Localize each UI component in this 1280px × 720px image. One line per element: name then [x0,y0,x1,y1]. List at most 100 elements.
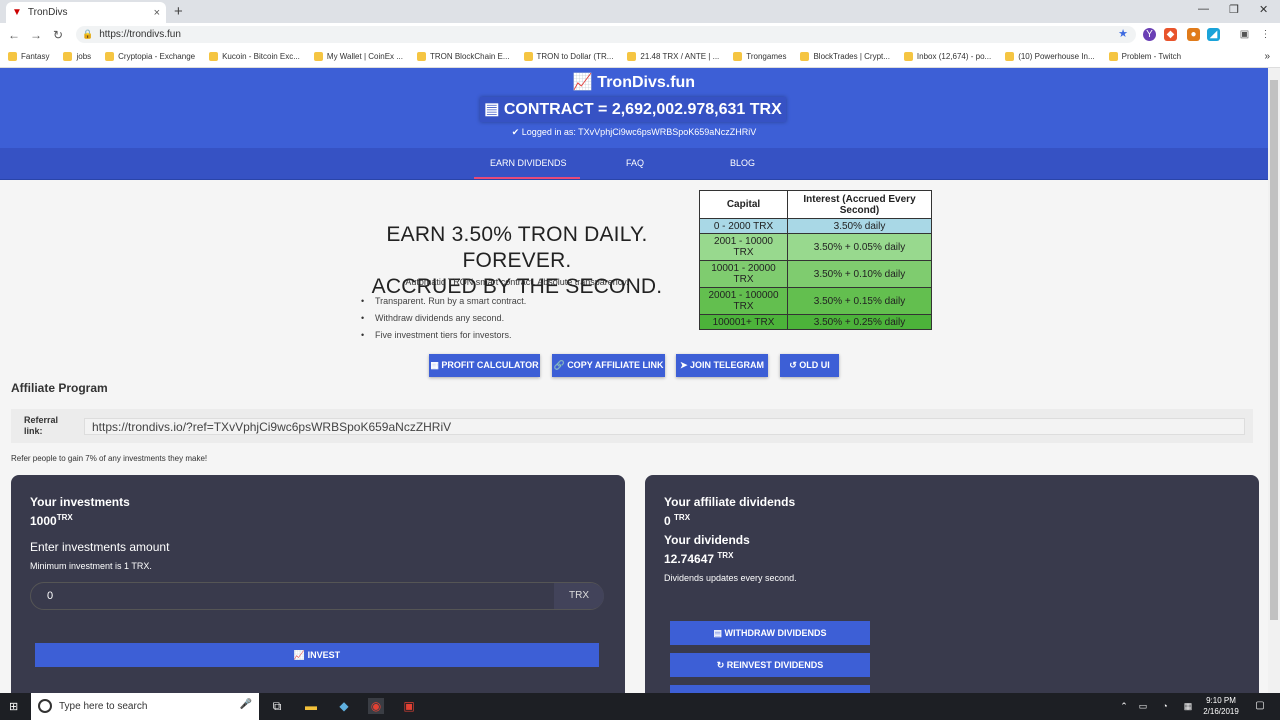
tab-close-icon[interactable]: × [154,7,160,19]
nav-earn-dividends[interactable]: EARN DIVIDENDS [490,148,567,180]
bookmark-item[interactable]: TRON BlockChain E... [416,52,510,61]
profit-calculator-button[interactable]: ▦ PROFIT CALCULATOR [429,354,540,377]
tab-title: TronDivs [27,7,68,18]
bookmark-item[interactable]: 21.48 TRX / ANTE | ... [627,52,719,61]
invest-button[interactable]: 📈 INVEST [35,643,599,667]
browser-tab-bar: ▼ TronDivs × + — ❐ ✕ [0,0,1280,23]
more-button[interactable] [670,685,870,693]
bookmark-icon [627,52,637,61]
investment-amount-group: TRX [30,582,604,610]
nav-faq[interactable]: FAQ [626,148,644,180]
bookmark-item[interactable]: jobs [63,52,91,61]
tier-interest-cell: 3.50% + 0.25% daily [787,314,932,330]
table-row: 2001 - 10000 TRX 3.50% + 0.05% daily [699,233,932,261]
url-text: https://trondivs.fun [99,29,181,40]
bookmark-item[interactable]: Cryptopia - Exchange [105,52,195,61]
bookmark-item[interactable]: BlockTrades | Crypt... [800,52,890,61]
extension-icon[interactable]: ● [1187,28,1200,41]
table-header-capital: Capital [699,190,788,219]
site-header: 📈 TronDivs.fun ▤ CONTRACT = 2,692,002.97… [0,68,1268,148]
feature-item: Five investment tiers for investors. [361,330,526,347]
file-explorer-icon[interactable]: ▬ [303,698,319,714]
taskbar-search[interactable]: Type here to search 🎤 [31,693,259,720]
dividends-card: Your affiliate dividends 0 TRX Your divi… [645,475,1259,693]
tray-chevron-icon[interactable]: ⌃ [1116,698,1132,714]
reload-icon[interactable]: ↻ [47,28,69,42]
new-tab-button[interactable]: + [174,3,183,20]
hero-subtitle: Automatic TRON smart contract. Absolute … [405,277,629,287]
omnibox[interactable]: 🔒 https://trondivs.fun ★ [76,26,1136,43]
chart-line-icon: 📈 [572,74,593,91]
search-icon [38,699,52,713]
active-tab-indicator [474,177,580,179]
microphone-icon[interactable]: 🎤 [240,699,252,710]
contract-file-icon: ▤ [484,101,500,118]
bookmark-icon [800,52,810,61]
chart-line-icon: 📈 [293,650,306,660]
scrollbar-thumb[interactable] [1270,80,1278,620]
chrome-icon[interactable]: ◉ [368,698,384,714]
bookmark-item[interactable]: Fantasy [8,52,49,61]
investment-amount-input[interactable] [31,583,555,609]
affiliate-heading: Affiliate Program [11,381,108,395]
undo-icon: ↺ [789,360,797,370]
bookmark-star-icon[interactable]: ★ [1118,27,1128,40]
bookmark-item[interactable]: My Wallet | CoinEx ... [313,52,403,61]
tier-capital-cell: 100001+ TRX [699,314,788,330]
table-row: 20001 - 100000 TRX 3.50% + 0.15% daily [699,287,932,315]
browser-tab[interactable]: ▼ TronDivs × [6,2,166,23]
bookmark-icon [105,52,115,61]
more-bookmarks-icon[interactable]: » [1264,51,1270,62]
bookmark-item[interactable]: Kucoin - Bitcoin Exc... [209,52,300,61]
office-icon[interactable]: ▣ [401,698,417,714]
nav-blog[interactable]: BLOG [730,148,755,180]
app-icon[interactable]: ◆ [336,698,352,714]
refresh-icon: ↻ [716,660,725,670]
bookmark-item[interactable]: Problem - Twitch [1108,52,1181,61]
site-title[interactable]: 📈 TronDivs.fun [0,72,1268,92]
back-icon[interactable]: ← [3,28,25,42]
close-window-icon[interactable]: ✕ [1259,3,1268,16]
keyboard-icon[interactable]: ▦ [1180,698,1196,714]
hero-title: EARN 3.50% TRON DAILY. FOREVER. ACCRUED … [371,223,663,298]
copy-affiliate-link-button[interactable]: 🔗 COPY AFFILIATE LINK [552,354,665,377]
cast-icon[interactable]: ▣ [1238,28,1251,41]
money-icon: ▤ [713,628,722,638]
windows-start-icon[interactable]: ⊞ [9,700,18,713]
bookmark-item[interactable]: TRON to Dollar (TR... [523,52,613,61]
tier-capital-cell: 0 - 2000 TRX [699,218,788,234]
tier-capital-cell: 10001 - 20000 TRX [699,260,788,288]
referral-label: Referral link: [24,415,59,436]
brave-extension-icon[interactable]: ◆ [1164,28,1177,41]
task-view-icon[interactable]: ⧉ [269,698,285,714]
forward-icon[interactable]: → [25,28,47,42]
investments-card: Your investments 1000TRX Enter investmen… [11,475,625,693]
referral-link-input[interactable] [84,418,1245,435]
bookmark-item[interactable]: Trongames [733,52,786,61]
yahoo-extension-icon[interactable]: Y [1143,28,1156,41]
menu-kebab-icon[interactable]: ⋮ [1259,28,1272,41]
check-icon: ✔ [511,127,520,137]
wifi-icon[interactable]: ◔ [1157,698,1173,714]
main-nav: EARN DIVIDENDS FAQ BLOG [0,148,1268,180]
affiliate-dividends-heading: Your affiliate dividends [664,495,796,509]
bookmark-icon [416,52,426,61]
battery-icon[interactable]: ▭ [1135,698,1151,714]
minimize-icon[interactable]: — [1198,3,1209,15]
bookmark-icon [1005,52,1015,61]
withdraw-dividends-button[interactable]: ▤ WITHDRAW DIVIDENDS [670,621,870,645]
enter-amount-label: Enter investments amount [30,540,170,554]
notifications-icon[interactable]: ▢ [1252,698,1268,714]
bookmark-icon [523,52,533,61]
bookmark-item[interactable]: (10) Powerhouse In... [1005,52,1095,61]
taskbar-clock[interactable]: 9:10 PM 2/16/2019 [1198,695,1244,717]
old-ui-button[interactable]: ↺ OLD UI [780,354,839,377]
join-telegram-button[interactable]: ➤ JOIN TELEGRAM [676,354,768,377]
investments-heading: Your investments [30,495,130,509]
tronlink-extension-icon[interactable]: ◢ [1207,28,1220,41]
bookmark-item[interactable]: Inbox (12,674) - po... [903,52,991,61]
referral-note: Refer people to gain 7% of any investmen… [11,454,208,463]
page-scrollbar[interactable] [1268,68,1280,693]
reinvest-dividends-button[interactable]: ↻ REINVEST DIVIDENDS [670,653,870,677]
restore-icon[interactable]: ❐ [1229,3,1239,16]
